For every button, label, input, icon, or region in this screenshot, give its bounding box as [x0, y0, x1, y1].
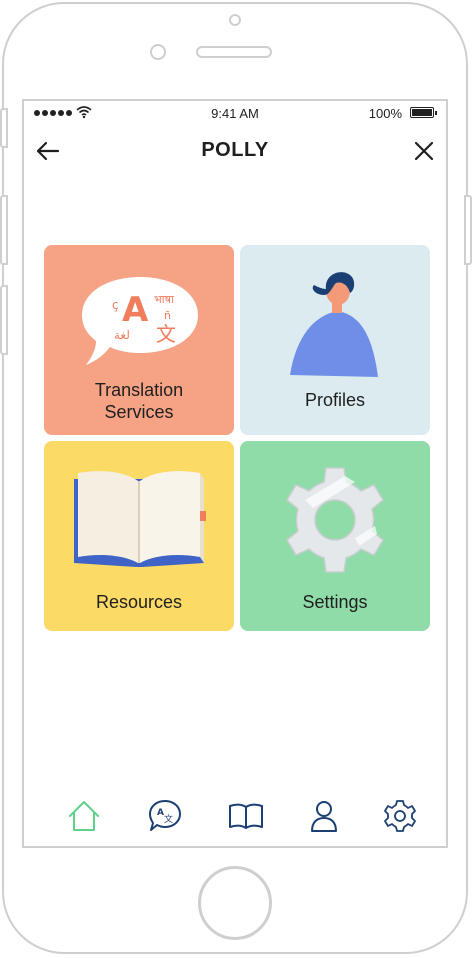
tile-label: Settings	[302, 592, 368, 612]
close-icon[interactable]	[410, 137, 438, 165]
tab-profile[interactable]	[304, 796, 344, 836]
volume-up-button	[0, 195, 8, 265]
tile-label: Translation Services	[94, 380, 184, 422]
person-illustration	[290, 272, 378, 377]
tile-translation-services[interactable]: ç A भाषा ñ لغة 文 Translation Services	[44, 245, 234, 435]
glyph-cedilla: ç	[112, 298, 119, 312]
tab-bar: A 文	[24, 786, 446, 846]
glyph-tilde: ñ	[164, 309, 171, 322]
battery-icon	[410, 107, 437, 118]
tab-settings[interactable]	[380, 796, 420, 836]
battery-percentage: 100%	[368, 106, 402, 121]
home-icon	[69, 801, 99, 831]
status-bar: 9:41 AM 100%	[24, 101, 446, 125]
tile-label: Profiles	[304, 390, 366, 410]
tab-resources[interactable]	[226, 796, 266, 836]
glyph-big-a: A	[122, 290, 149, 330]
tab-home[interactable]	[64, 796, 104, 836]
power-button	[464, 195, 472, 265]
user-icon	[311, 801, 337, 832]
volume-down-button	[0, 285, 8, 355]
tab-translate[interactable]: A 文	[145, 796, 185, 836]
tile-profiles[interactable]: Profiles	[240, 245, 430, 435]
speech-bubble-icon: ç A भाषा ñ لغة 文	[82, 277, 198, 365]
book-icon	[229, 803, 263, 829]
mute-switch	[0, 108, 8, 148]
app-screen: 9:41 AM 100% POLLY ç A भाषा ñ لغة 文 Tran…	[22, 99, 448, 848]
glyph-hindi: भाषा	[154, 293, 174, 306]
svg-text:文: 文	[164, 813, 173, 825]
tile-label: Resources	[95, 592, 183, 612]
proximity-sensor	[150, 44, 166, 60]
translate-icon: A 文	[149, 800, 181, 831]
front-camera	[229, 14, 241, 26]
gear-icon	[384, 800, 416, 832]
nav-bar: POLLY	[24, 129, 446, 173]
page-title: POLLY	[201, 139, 269, 161]
home-button[interactable]	[198, 866, 272, 940]
earpiece-speaker	[196, 46, 272, 58]
glyph-chinese: 文	[156, 322, 176, 346]
tile-settings[interactable]: Settings	[240, 441, 430, 631]
tile-resources[interactable]: Resources	[44, 441, 234, 631]
glyph-arabic: لغة	[114, 328, 130, 342]
gear-illustration	[286, 467, 384, 573]
svg-text:A: A	[157, 808, 164, 818]
open-book-illustration	[74, 471, 206, 567]
